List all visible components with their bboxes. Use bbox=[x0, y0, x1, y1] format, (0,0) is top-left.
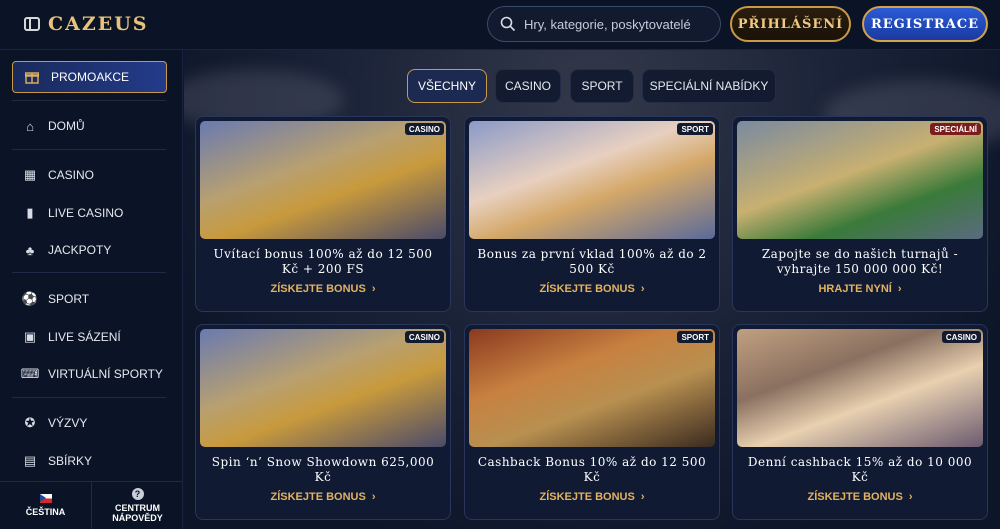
trophy-image bbox=[737, 121, 983, 239]
chevron-right-icon: › bbox=[897, 283, 902, 295]
chevron-right-icon: › bbox=[640, 283, 645, 295]
category-badge: SPORT bbox=[677, 123, 713, 135]
sidebar-item-label: CASINO bbox=[48, 168, 95, 182]
sidebar-item-live-casino[interactable]: ▮ LIVE CASINO bbox=[22, 203, 123, 223]
ball-icon: ⚽ bbox=[21, 291, 39, 306]
cta-label: ZÍSKEJTE BONUS bbox=[807, 491, 903, 503]
card-cta-link[interactable]: HRAJTE NYNÍ › bbox=[733, 283, 987, 295]
card-title: Uvítací bonus 100% až do 12 500 Kč + 200… bbox=[213, 247, 433, 276]
category-badge: CASINO bbox=[404, 123, 444, 135]
promo-card[interactable]: SPORT Cashback Bonus 10% až do 12 500 Kč… bbox=[464, 324, 720, 520]
card-title: Denní cashback 15% až do 10 000 Kč bbox=[747, 455, 973, 484]
cards-icon: ▮ bbox=[26, 205, 34, 220]
sidebar-footer: ČEŠTINA ? CENTRUM NÁPOVĚDY bbox=[0, 481, 183, 529]
language-selector[interactable]: ČEŠTINA bbox=[0, 482, 92, 529]
main-content: VŠECHNY CASINO SPORT SPECIÁLNÍ NABÍDKY C… bbox=[184, 50, 1000, 529]
card-title: Spin ‘n’ Snow Showdown 625,000 Kč bbox=[211, 455, 435, 484]
sidebar-item-label: JACKPOTY bbox=[48, 243, 112, 257]
help-label: CENTRUM NÁPOVĚDY bbox=[112, 503, 163, 523]
card-cta-link[interactable]: ZÍSKEJTE BONUS › bbox=[196, 283, 450, 295]
category-badge: SPECIÁLNÍ bbox=[930, 123, 981, 135]
spartan-warrior-image bbox=[469, 329, 715, 447]
promo-card[interactable]: CASINO Uvítací bonus 100% až do 12 500 K… bbox=[195, 116, 451, 312]
divider bbox=[12, 272, 166, 273]
promo-card[interactable]: SPORT Bonus za první vklad 100% až do 2 … bbox=[464, 116, 720, 312]
sidebar: PROMOAKCE ⌂ DOMŮ ▦ CASINO ▮ LIVE CASINO ♣ JA… bbox=[0, 50, 183, 529]
sidebar-item-jackpots[interactable]: ♣ JACKPOTY bbox=[22, 240, 112, 260]
divider bbox=[12, 100, 166, 101]
sidebar-item-collections[interactable]: ▤ SBÍRKY bbox=[22, 451, 92, 471]
gamepad-icon: ⌨ bbox=[20, 366, 40, 381]
cta-label: ZÍSKEJTE BONUS bbox=[270, 283, 366, 295]
sidebar-item-label: VÝZVY bbox=[48, 416, 88, 430]
sidebar-item-label: SPORT bbox=[48, 292, 90, 306]
sidebar-item-promo[interactable]: PROMOAKCE bbox=[12, 61, 167, 93]
card-title: Cashback Bonus 10% až do 12 500 Kč bbox=[477, 455, 707, 484]
sidebar-toggle-icon[interactable] bbox=[24, 17, 40, 31]
sidebar-item-casino[interactable]: ▦ CASINO bbox=[22, 165, 94, 185]
sidebar-item-virtual-sports[interactable]: ⌨ VIRTUÁLNÍ SPORTY bbox=[20, 364, 163, 384]
category-badge: SPORT bbox=[677, 331, 713, 343]
search-icon bbox=[500, 16, 516, 32]
chevron-right-icon: › bbox=[908, 491, 913, 503]
register-button[interactable]: REGISTRACE bbox=[862, 6, 988, 42]
divider bbox=[12, 397, 166, 398]
promo-card[interactable]: SPECIÁLNÍ Zapojte se do našich turnajů -… bbox=[732, 116, 988, 312]
sidebar-item-challenges[interactable]: ✪ VÝZVY bbox=[22, 413, 88, 433]
logo[interactable]: CAZEUS bbox=[48, 13, 149, 35]
sidebar-item-label: SBÍRKY bbox=[48, 454, 93, 468]
chevron-right-icon: › bbox=[640, 491, 645, 503]
gallery-icon: ▤ bbox=[23, 453, 37, 468]
zeus-throne-image bbox=[200, 329, 446, 447]
card-title: Bonus za první vklad 100% až do 2 500 Kč bbox=[477, 247, 707, 276]
promo-card[interactable]: CASINO Denní cashback 15% až do 10 000 K… bbox=[732, 324, 988, 520]
sidebar-item-label: DOMŮ bbox=[48, 119, 85, 133]
card-cta-link[interactable]: ZÍSKEJTE BONUS › bbox=[733, 491, 987, 503]
category-badge: CASINO bbox=[941, 331, 981, 343]
medal-icon: ✪ bbox=[24, 415, 36, 430]
sidebar-item-label: LIVE SÁZENÍ bbox=[48, 330, 121, 344]
tab-casino[interactable]: CASINO bbox=[495, 69, 561, 103]
tab-special-offers[interactable]: SPECIÁLNÍ NABÍDKY bbox=[642, 69, 776, 103]
chevron-right-icon: › bbox=[371, 491, 376, 503]
help-icon: ? bbox=[131, 488, 144, 500]
cta-label: ZÍSKEJTE BONUS bbox=[270, 491, 366, 503]
cta-label: ZÍSKEJTE BONUS bbox=[539, 283, 635, 295]
promo-card[interactable]: CASINO Spin ‘n’ Snow Showdown 625,000 Kč… bbox=[195, 324, 451, 520]
bank-icon: ⌂ bbox=[26, 118, 34, 134]
sidebar-item-label: PROMOAKCE bbox=[51, 70, 130, 84]
sidebar-item-label: LIVE CASINO bbox=[48, 206, 124, 220]
sidebar-item-live-betting[interactable]: ▣ LIVE SÁZENÍ bbox=[22, 327, 121, 347]
search-box[interactable] bbox=[487, 6, 721, 42]
chevron-right-icon: › bbox=[371, 283, 376, 295]
card-cta-link[interactable]: ZÍSKEJTE BONUS › bbox=[196, 491, 450, 503]
card-cta-link[interactable]: ZÍSKEJTE BONUS › bbox=[465, 491, 719, 503]
goddess-image bbox=[469, 121, 715, 239]
cta-label: HRAJTE NYNÍ bbox=[818, 283, 892, 295]
clover-icon: ♣ bbox=[25, 242, 35, 258]
card-title: Zapojte se do našich turnajů - vyhrajte … bbox=[761, 247, 959, 276]
help-center-link[interactable]: ? CENTRUM NÁPOVĚDY bbox=[92, 482, 183, 529]
cta-label: ZÍSKEJTE BONUS bbox=[539, 491, 635, 503]
czech-flag-icon bbox=[39, 494, 52, 503]
category-badge: CASINO bbox=[404, 331, 444, 343]
card-cta-link[interactable]: ZÍSKEJTE BONUS › bbox=[465, 283, 719, 295]
gift-icon bbox=[25, 72, 39, 84]
owl-athena-image bbox=[737, 329, 983, 447]
slot-icon: ▦ bbox=[23, 167, 37, 182]
tab-sport[interactable]: SPORT bbox=[570, 69, 634, 103]
sidebar-item-home[interactable]: ⌂ DOMŮ bbox=[22, 116, 85, 136]
top-header: CAZEUS PŘIHLÁŠENÍ REGISTRACE bbox=[0, 0, 1000, 50]
divider bbox=[12, 149, 166, 150]
live-icon: ▣ bbox=[23, 329, 37, 344]
sidebar-item-sport[interactable]: ⚽ SPORT bbox=[22, 289, 89, 309]
language-label: ČEŠTINA bbox=[25, 507, 66, 517]
tab-all[interactable]: VŠECHNY bbox=[407, 69, 487, 103]
zeus-throne-image bbox=[200, 121, 446, 239]
sidebar-item-label: VIRTUÁLNÍ SPORTY bbox=[48, 367, 163, 381]
login-button[interactable]: PŘIHLÁŠENÍ bbox=[730, 6, 851, 42]
search-input[interactable] bbox=[524, 16, 704, 32]
